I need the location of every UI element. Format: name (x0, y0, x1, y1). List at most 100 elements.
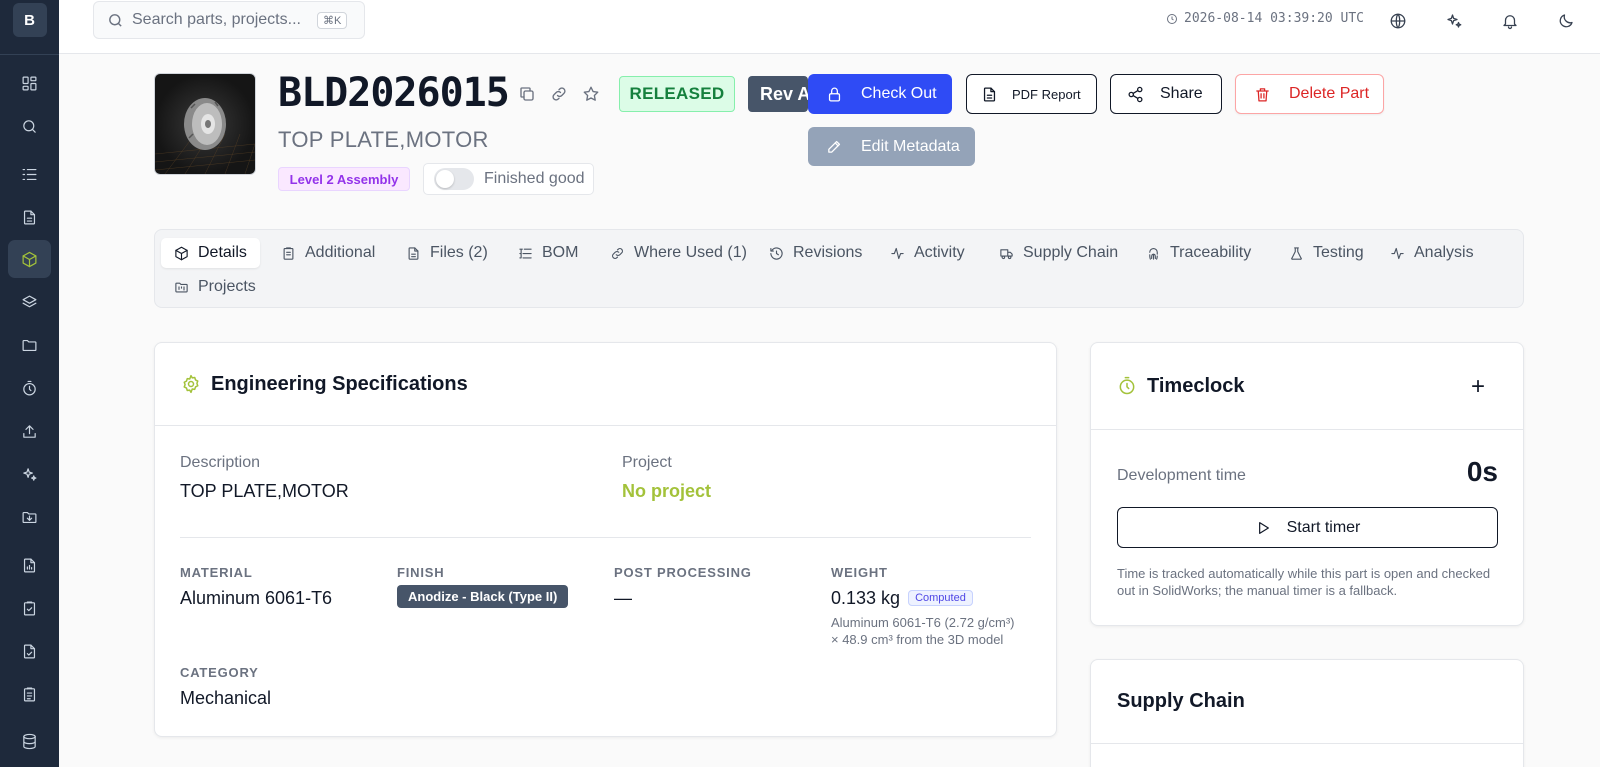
tab-label: BOM (542, 244, 579, 261)
card-title: Supply Chain (1117, 690, 1245, 712)
chart-line-icon (1391, 247, 1404, 259)
sidebar-item-approvals[interactable] (8, 589, 51, 627)
link-icon (612, 247, 623, 259)
star-icon (583, 86, 599, 101)
search-icon (109, 13, 122, 27)
sidebar-item-imports[interactable] (8, 498, 51, 536)
share-icon (1128, 86, 1143, 102)
tab-revisions[interactable]: Revisions (756, 238, 875, 268)
sidebar-item-timer[interactable] (8, 369, 51, 407)
tab-details[interactable]: Details (161, 238, 260, 268)
tab-supply-chain[interactable]: Supply Chain (986, 238, 1131, 268)
part-thumbnail[interactable] (154, 73, 256, 175)
sidebar-item-folders[interactable] (8, 326, 51, 364)
tab-bom[interactable]: BOM (505, 238, 591, 268)
finish-badge: Anodize - Black (Type II) (397, 585, 569, 608)
document-icon (23, 210, 36, 224)
weight-note-line: Aluminum 6061-T6 (2.72 g/cm³) (831, 615, 1015, 630)
file-chart-icon (23, 558, 36, 572)
tab-traceability[interactable]: Traceability (1133, 238, 1264, 268)
card-header: Supply Chain (1091, 660, 1523, 744)
description-label: Description (180, 454, 261, 471)
add-time-button[interactable]: + (1471, 373, 1485, 401)
sidebar-item-file-check[interactable] (8, 632, 51, 670)
finished-good-switch[interactable] (434, 168, 474, 190)
weight-value: 0.133 kg (831, 588, 901, 608)
timeclock-card: Timeclock + Development time 0s Start ti… (1090, 342, 1524, 626)
card-title: Timeclock (1147, 374, 1245, 397)
copy-link-button[interactable] (549, 84, 569, 104)
sidebar-item-search[interactable] (8, 107, 51, 145)
settings-gear-icon (183, 374, 199, 394)
tab-label: Testing (1313, 244, 1364, 261)
edit-metadata-button[interactable]: Edit Metadata (808, 127, 975, 166)
status-badge: RELEASED (619, 76, 735, 112)
check-out-button[interactable]: Check Out (808, 74, 952, 114)
sidebar-item-reports[interactable] (8, 546, 51, 584)
card-title: Engineering Specifications (211, 372, 468, 395)
brand-logo[interactable]: B (12, 3, 47, 37)
finished-good-toggle[interactable]: Finished good (423, 163, 594, 195)
computed-badge: Computed (908, 590, 973, 606)
tab-testing[interactable]: Testing (1276, 238, 1377, 268)
material-label: MATERIAL (180, 565, 253, 580)
stopwatch-icon (1119, 376, 1135, 395)
sidebar-item-dashboard[interactable] (8, 64, 51, 102)
tab-where-used[interactable]: Where Used (1) (597, 238, 760, 268)
theme-toggle[interactable] (1555, 10, 1577, 32)
copy-icon (520, 87, 534, 101)
tab-analysis[interactable]: Analysis (1377, 238, 1487, 268)
bell-icon (1503, 15, 1517, 30)
tab-additional[interactable]: Additional (268, 238, 388, 268)
layers-icon (22, 295, 37, 307)
part-number: BLD2026015 (278, 70, 510, 116)
ai-assistant-button[interactable] (1443, 10, 1465, 32)
tab-bar: Details Additional Files (2) BOM Where U… (154, 229, 1524, 308)
topbar: Search parts, projects... ⌘K 2026-08-14 … (59, 0, 1600, 54)
sidebar-item-checklists[interactable] (8, 675, 51, 713)
post-processing-label: POST PROCESSING (614, 565, 752, 580)
engineering-specifications-card: Engineering Specifications Description T… (154, 342, 1057, 737)
check-out-label: Check Out (861, 85, 937, 102)
clipboard-list-icon (23, 687, 36, 701)
post-processing-value: — (614, 588, 632, 608)
favorite-button[interactable] (581, 84, 601, 104)
description-value: TOP PLATE,MOTOR (180, 481, 349, 501)
copy-part-number-button[interactable] (517, 84, 537, 104)
finish-label: FINISH (397, 565, 445, 580)
dev-time-label: Development time (1117, 467, 1246, 484)
sidebar-divider (0, 54, 59, 55)
tab-label: Analysis (1414, 244, 1474, 261)
link-icon (552, 87, 566, 101)
database-icon (23, 733, 36, 749)
sidebar-item-parts[interactable] (8, 240, 51, 278)
sidebar-item-layers[interactable] (8, 283, 51, 321)
cube-icon (22, 251, 37, 267)
file-text-icon (983, 86, 996, 102)
pdf-report-button[interactable]: PDF Report (966, 74, 1097, 114)
sidebar-item-documents[interactable] (8, 198, 51, 236)
sparkles-icon (1447, 14, 1462, 28)
start-timer-label: Start timer (1286, 518, 1361, 536)
part-render-image (155, 98, 255, 174)
clipboard-check-icon (23, 601, 36, 615)
tab-files[interactable]: Files (2) (393, 238, 501, 268)
clock-icon (1167, 13, 1177, 24)
project-link[interactable]: No project (622, 481, 711, 502)
tab-projects[interactable]: Projects (161, 272, 269, 302)
sidebar-item-ai[interactable] (8, 455, 51, 493)
tab-activity[interactable]: Activity (877, 238, 978, 268)
weight-row: 0.133 kg Computed (831, 588, 973, 609)
sidebar-item-database[interactable] (8, 722, 51, 760)
tab-label: Traceability (1170, 244, 1252, 261)
language-button[interactable] (1387, 10, 1409, 32)
sidebar-item-upload[interactable] (8, 412, 51, 450)
search-input[interactable]: Search parts, projects... ⌘K (93, 1, 365, 39)
notifications-button[interactable] (1499, 10, 1521, 32)
share-button[interactable]: Share (1110, 74, 1222, 114)
weight-note: Aluminum 6061-T6 (2.72 g/cm³) × 48.9 cm³… (831, 614, 1015, 648)
sidebar-item-list[interactable] (8, 155, 51, 193)
start-timer-button[interactable]: Start timer (1117, 507, 1498, 548)
category-value: Mechanical (180, 688, 272, 708)
delete-part-button[interactable]: Delete Part (1235, 74, 1384, 114)
